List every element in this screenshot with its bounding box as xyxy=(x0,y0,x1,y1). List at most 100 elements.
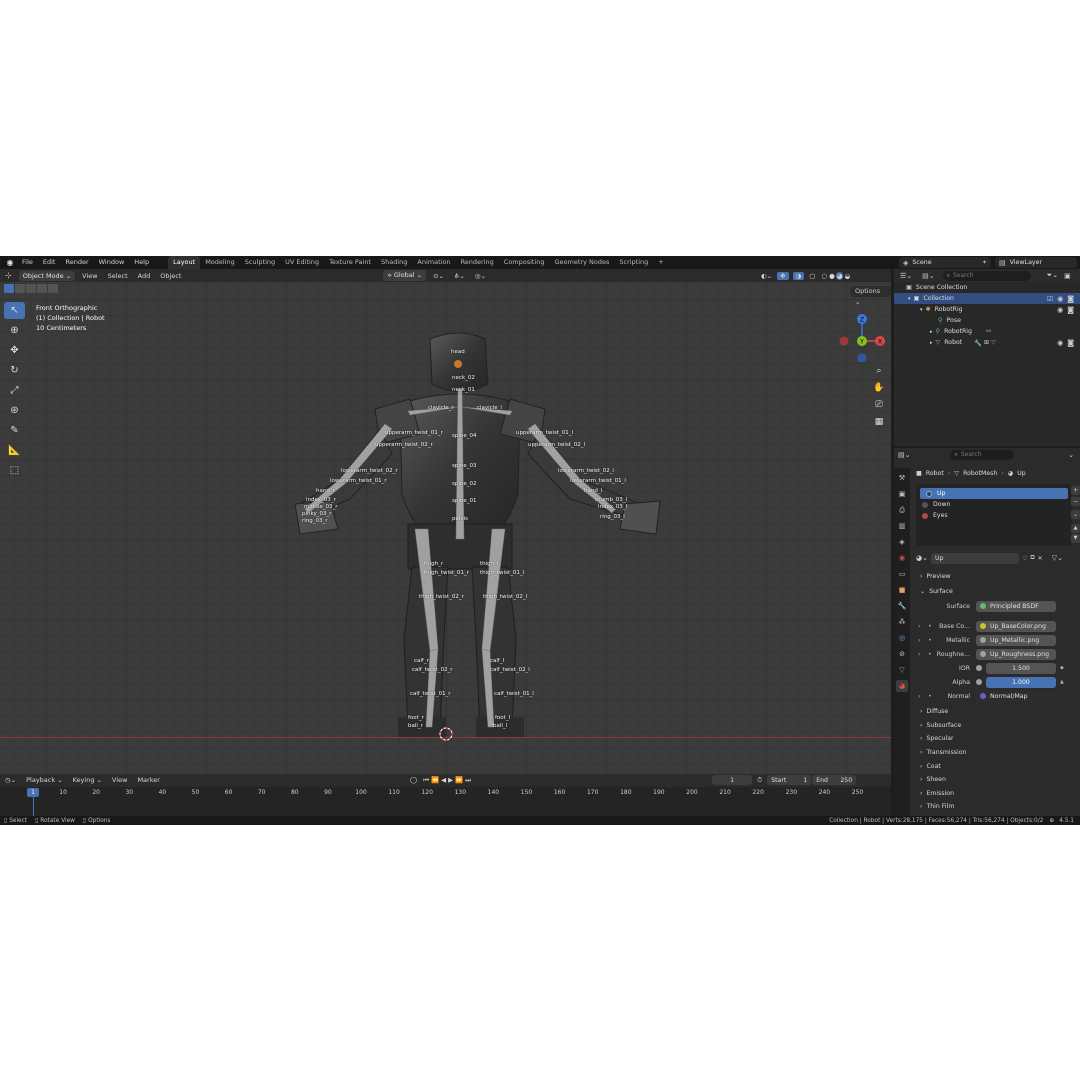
expand-icon[interactable]: ▸ xyxy=(930,340,933,346)
subpanel-subsurface[interactable]: › Subsurface xyxy=(912,719,1078,733)
checkbox-icon[interactable]: ☑ xyxy=(1047,295,1053,303)
filter-icon[interactable]: ⏷⌄ xyxy=(1047,271,1058,280)
physics-tab-icon[interactable]: ◎ xyxy=(896,632,908,644)
expand-icon[interactable]: ▾ xyxy=(908,296,911,302)
material-tab-icon[interactable]: ◕ xyxy=(896,680,908,692)
tab-scripting[interactable]: Scripting xyxy=(614,256,653,269)
subpanel-transmission[interactable]: › Transmission xyxy=(912,746,1078,760)
transform-tool-icon[interactable]: ⊛ xyxy=(4,402,25,419)
playhead[interactable]: 1 xyxy=(27,788,39,797)
transform-orientation-selector[interactable]: ⟡ Global ⌄ xyxy=(383,270,427,281)
scene-tab-icon[interactable]: ◈ xyxy=(896,536,908,548)
metallic-field[interactable]: Up_Metallic.png xyxy=(976,634,1056,646)
menu-select[interactable]: Select xyxy=(103,272,133,280)
move-slot-down-button[interactable]: ▼ xyxy=(1071,534,1080,543)
tab-uv-editing[interactable]: UV Editing xyxy=(280,256,324,269)
menu-file[interactable]: File xyxy=(17,256,38,269)
tree-row-robot[interactable]: ▸ ▽ Robot 🔧 ⊞ ▽ ◉ ◙ xyxy=(894,337,1080,348)
properties-editor-icon[interactable]: ▤⌄ xyxy=(898,451,910,459)
scale-tool-icon[interactable]: ⤢ xyxy=(4,382,25,399)
data-tab-icon[interactable]: ▽ xyxy=(896,664,908,676)
base-color-field[interactable]: Up_BaseColor.png xyxy=(976,620,1056,632)
measure-tool-icon[interactable]: 📐 xyxy=(4,442,25,459)
render-tab-icon[interactable]: ▣ xyxy=(896,488,908,500)
scene-selector[interactable]: ◈ Scene ✦ xyxy=(899,257,991,268)
menu-playback[interactable]: Playback ⌄ xyxy=(21,776,68,784)
pivot-icon[interactable]: ⊙⌄ xyxy=(428,272,449,280)
shading-wireframe-icon[interactable]: ○ xyxy=(820,272,828,280)
xray-icon[interactable]: ▢ xyxy=(804,272,820,280)
select-tool-icon[interactable]: ↖ xyxy=(4,302,25,319)
navigation-gizmo[interactable]: Z X Y xyxy=(836,307,888,362)
start-frame-field[interactable]: Start 1 xyxy=(767,775,812,785)
current-frame-field[interactable]: 1 xyxy=(712,775,753,785)
3d-viewport[interactable]: ⊹ Object Mode ⌄ View Select Add Object ⟡… xyxy=(0,269,891,774)
select-invert-icon[interactable] xyxy=(37,284,47,293)
jump-end-icon[interactable]: ⏭ xyxy=(464,776,472,785)
tab-rendering[interactable]: Rendering xyxy=(456,256,499,269)
menu-object[interactable]: Object xyxy=(155,272,186,280)
move-slot-up-button[interactable]: ▲ xyxy=(1071,524,1080,533)
options-button[interactable]: Options ⌄ xyxy=(850,286,891,306)
preview-panel-header[interactable]: › Preview xyxy=(912,569,1078,584)
material-slot[interactable]: Up xyxy=(920,488,1068,499)
tree-row-robotrig[interactable]: ▾ ✱ RobotRig ◉ ◙ xyxy=(894,304,1080,315)
tab-animation[interactable]: Animation xyxy=(412,256,455,269)
expand-icon[interactable]: › xyxy=(918,651,920,658)
roughness-field[interactable]: Up_Roughness.png xyxy=(976,648,1056,660)
subpanel-emission[interactable]: › Emission xyxy=(912,787,1078,801)
shading-rendered-icon[interactable]: ◒ xyxy=(843,272,851,280)
subpanel-specular[interactable]: › Specular xyxy=(912,732,1078,746)
eye-icon[interactable]: ◉ xyxy=(1057,306,1063,314)
remove-slot-button[interactable]: − xyxy=(1071,497,1080,506)
properties-search-input[interactable]: ⌕ Search xyxy=(950,449,1015,460)
modifier-tab-icon[interactable]: 🔧 xyxy=(896,600,908,612)
expand-icon[interactable]: ▾ xyxy=(920,307,923,313)
pan-hand-icon[interactable]: ✋ xyxy=(872,381,886,395)
material-slot[interactable]: Eyes xyxy=(916,510,1072,521)
preview-range-icon[interactable]: ⏱ xyxy=(752,776,767,785)
tab-sculpting[interactable]: Sculpting xyxy=(240,256,280,269)
object-tab-icon[interactable]: ■ xyxy=(896,584,908,596)
menu-view[interactable]: View xyxy=(107,776,132,784)
tab-layout[interactable]: Layout xyxy=(168,256,201,269)
play-reverse-icon[interactable]: ◀ xyxy=(440,776,447,784)
expand-icon[interactable]: ▸ xyxy=(930,329,933,335)
overlay-toggle-icon[interactable]: ◑ xyxy=(792,271,805,280)
subpanel-thin-film[interactable]: › Thin Film xyxy=(912,800,1078,814)
tab-texture-paint[interactable]: Texture Paint xyxy=(324,256,376,269)
rotate-tool-icon[interactable]: ↻ xyxy=(4,362,25,379)
move-tool-icon[interactable]: ✥ xyxy=(4,342,25,359)
blender-logo-icon[interactable]: ◉ xyxy=(3,256,17,269)
menu-marker[interactable]: Marker xyxy=(132,776,164,784)
menu-edit[interactable]: Edit xyxy=(38,256,61,269)
menu-render[interactable]: Render xyxy=(60,256,93,269)
camera-icon[interactable]: ◙ xyxy=(1067,295,1074,303)
surface-shader-field[interactable]: Principled BSDF xyxy=(976,600,1056,612)
jump-start-icon[interactable]: ⏮ xyxy=(422,776,430,785)
shading-solid-icon[interactable]: ● xyxy=(828,272,836,280)
unlink-icon[interactable]: ✕ xyxy=(1038,555,1043,562)
tab-modeling[interactable]: Modeling xyxy=(200,256,240,269)
view-layer-selector[interactable]: ▤ ViewLayer xyxy=(995,257,1077,268)
camera-icon[interactable]: ◙ xyxy=(1067,306,1074,314)
particles-tab-icon[interactable]: ⁂ xyxy=(896,616,908,628)
expand-icon[interactable]: › xyxy=(918,693,920,700)
world-tab-icon[interactable]: ◉ xyxy=(896,552,908,564)
select-subtract-icon[interactable] xyxy=(26,284,36,293)
display-mode-icon[interactable]: ▤⌄ xyxy=(922,272,934,280)
duplicate-icon[interactable]: ⧉ xyxy=(1030,554,1034,562)
menu-window[interactable]: Window xyxy=(94,256,130,269)
collection-tab-icon[interactable]: ▭ xyxy=(896,568,908,580)
alpha-slider[interactable]: 1.000 xyxy=(986,676,1056,688)
eye-icon[interactable]: ◉ xyxy=(1057,295,1063,303)
link-type-icon[interactable]: ▽⌄ xyxy=(1052,554,1063,562)
record-icon[interactable]: ◯ xyxy=(405,776,422,784)
eye-icon[interactable]: ◉ xyxy=(1057,339,1063,347)
new-collection-icon[interactable]: ▣ xyxy=(1064,272,1071,280)
ior-field[interactable]: 1.500 xyxy=(986,662,1056,674)
snap-icon[interactable]: ⋔⌄ xyxy=(449,272,470,280)
slot-specials-button[interactable]: ⌄ xyxy=(1071,510,1080,519)
camera-view-icon[interactable]: ⎚ xyxy=(872,398,886,412)
output-tab-icon[interactable]: ⎙ xyxy=(896,504,908,516)
